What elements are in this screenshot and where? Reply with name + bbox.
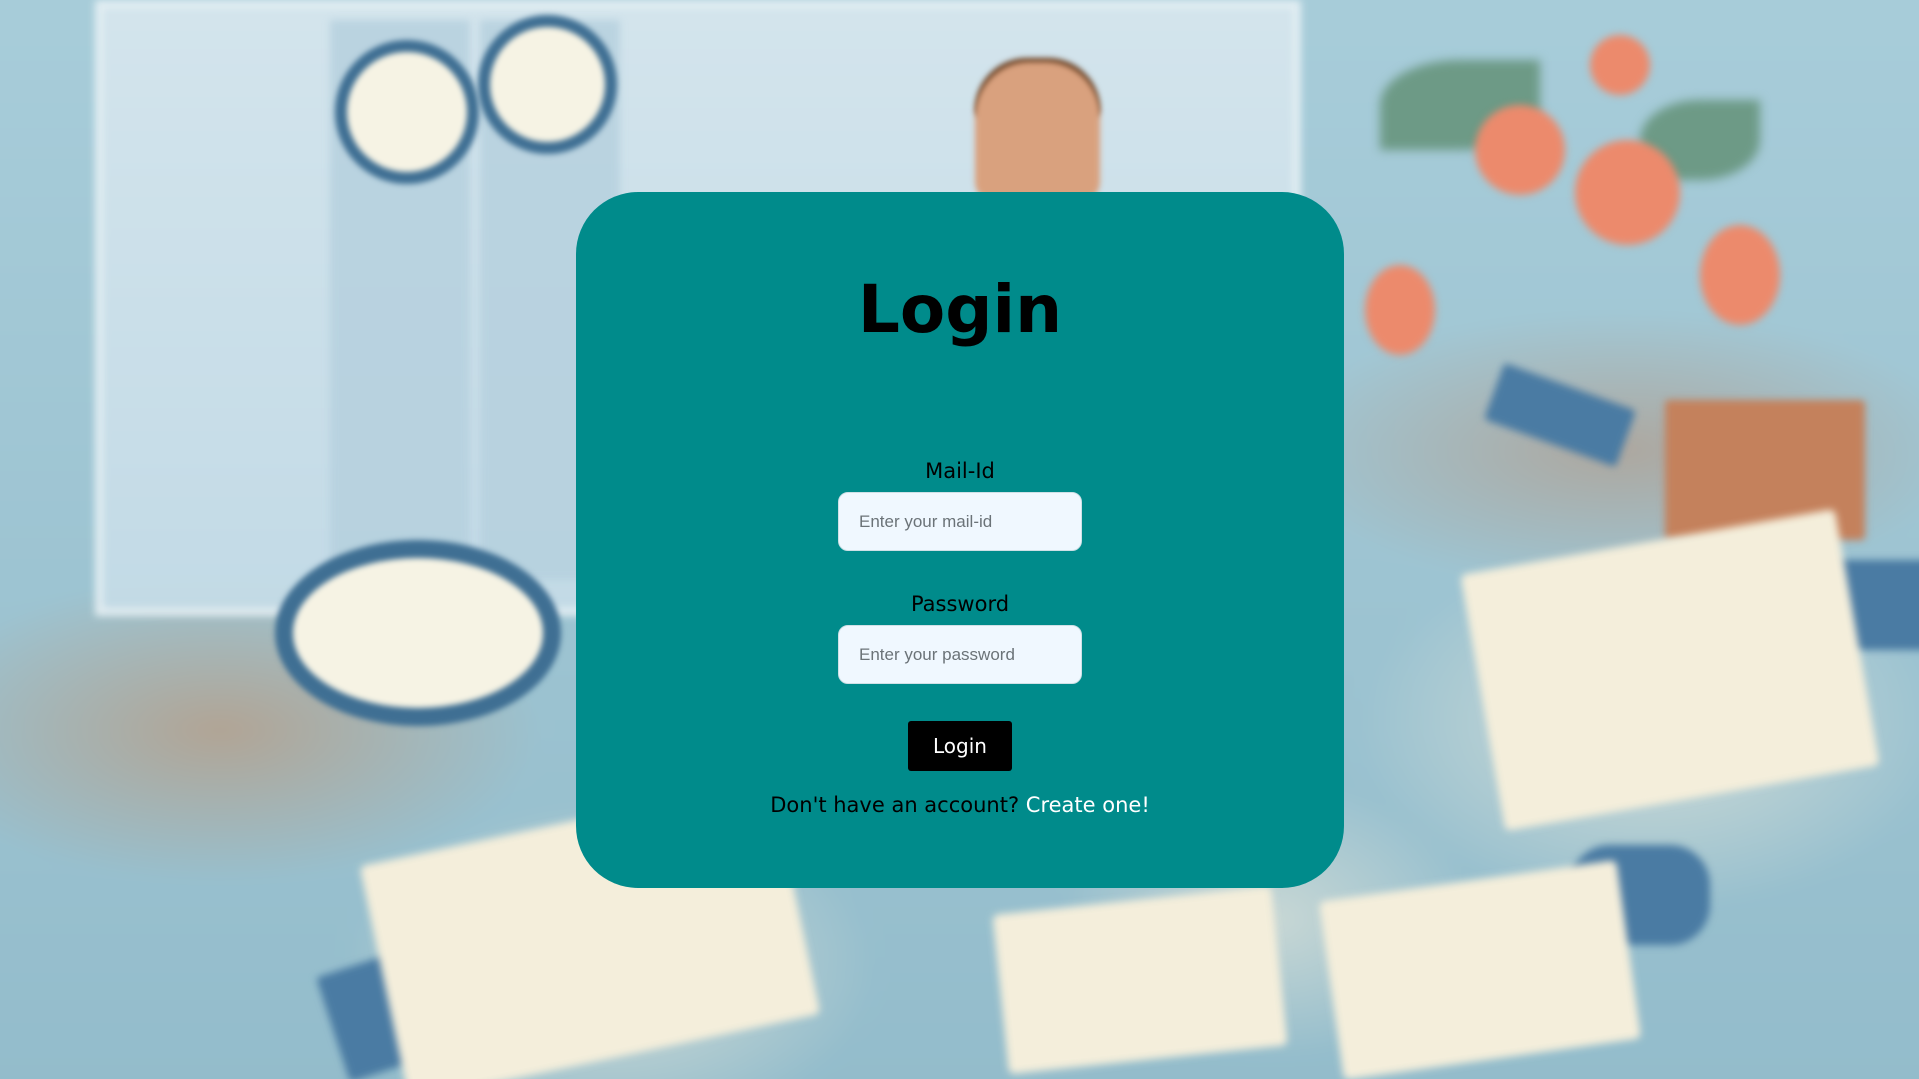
background-clock — [335, 40, 479, 184]
background-document — [992, 885, 1288, 1075]
login-button[interactable]: Login — [908, 721, 1012, 771]
background-flower — [1575, 140, 1680, 245]
login-title: Login — [857, 271, 1063, 348]
password-input[interactable] — [838, 625, 1082, 684]
mail-id-input[interactable] — [838, 492, 1082, 551]
background-clock — [478, 15, 617, 154]
background-flower — [1700, 225, 1780, 325]
background-flower — [1475, 105, 1565, 195]
login-card: Login Mail-Id Password Login Don't have … — [576, 192, 1344, 888]
create-account-link[interactable]: Create one! — [1026, 793, 1150, 817]
background-person — [975, 62, 1100, 202]
password-label: Password — [910, 592, 1010, 616]
signup-row: Don't have an account? Create one! — [576, 795, 1344, 816]
background-flower — [1590, 35, 1650, 95]
background-flower — [1365, 265, 1435, 355]
background-clock — [275, 540, 561, 726]
mail-id-label: Mail-Id — [925, 459, 995, 483]
signup-prompt: Don't have an account? — [770, 793, 1020, 817]
